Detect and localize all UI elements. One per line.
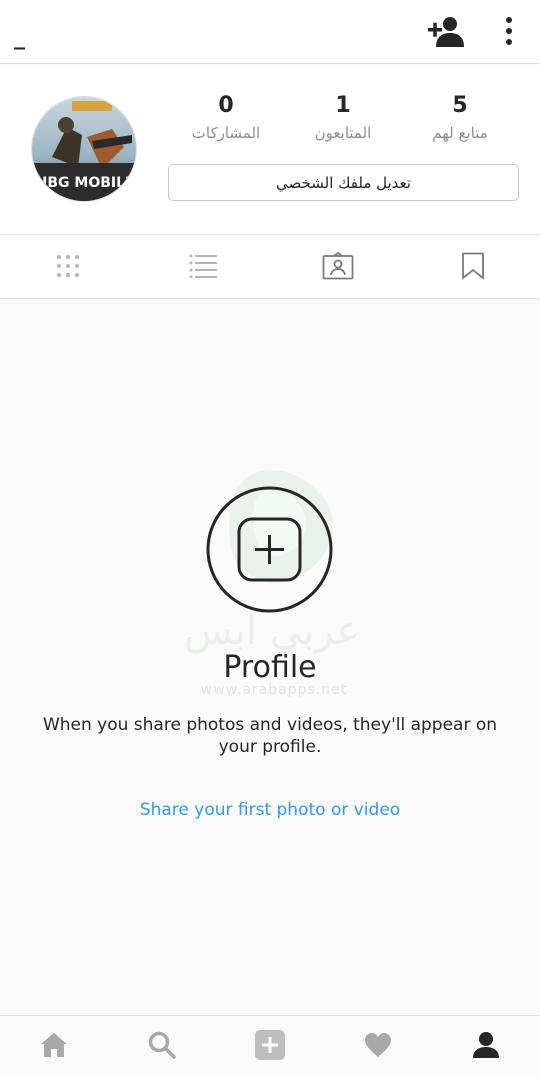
stat-posts[interactable]: 0 المشاركات xyxy=(161,91,291,145)
bookmark-icon xyxy=(461,252,485,284)
more-options-icon[interactable] xyxy=(496,14,522,50)
home-icon xyxy=(40,1032,68,1062)
tagged-photo-icon xyxy=(322,251,354,284)
add-person-icon[interactable] xyxy=(426,14,466,50)
tab-tagged[interactable] xyxy=(270,236,405,299)
edit-profile-button[interactable]: تعديل ملفك الشخصي xyxy=(168,164,519,201)
posts-count: 0 xyxy=(218,93,234,118)
nav-profile[interactable] xyxy=(432,1016,540,1077)
profile-icon xyxy=(472,1031,500,1063)
posts-label: المشاركات xyxy=(191,124,261,142)
nav-add-post[interactable] xyxy=(216,1016,324,1077)
empty-message: When you share photos and videos, they'l… xyxy=(42,715,498,757)
stat-following[interactable]: 5 متابع لهم xyxy=(395,91,525,145)
tab-grid[interactable] xyxy=(0,236,135,299)
add-photo-circle-icon[interactable] xyxy=(206,486,333,613)
empty-state: عربي ابس www.arabapps.net Profile When y… xyxy=(0,300,540,1015)
bottom-nav xyxy=(0,1015,540,1077)
tab-list[interactable] xyxy=(135,236,270,299)
following-count: 5 xyxy=(452,93,468,118)
add-post-icon xyxy=(255,1030,285,1064)
nav-search[interactable] xyxy=(108,1016,216,1077)
watermark-text: عربي ابس xyxy=(183,608,361,654)
avatar[interactable]: UBG MOBILE LI xyxy=(31,96,137,202)
top-bar: _ xyxy=(0,0,540,64)
empty-title: Profile xyxy=(223,650,317,685)
heart-icon xyxy=(364,1032,392,1062)
share-first-photo-link[interactable]: Share your first photo or video xyxy=(0,800,540,820)
followers-count: 1 xyxy=(335,93,351,118)
grid-icon xyxy=(56,254,80,282)
avatar-text: UBG MOBILE LI xyxy=(36,175,137,191)
search-icon xyxy=(148,1031,176,1063)
nav-home[interactable] xyxy=(0,1016,108,1077)
username: _ xyxy=(14,25,25,50)
followers-label: المتابعون xyxy=(314,124,372,142)
profile-tabs xyxy=(0,236,540,299)
profile-header: UBG MOBILE LI 0 المشاركات 1 المتابعون 5 … xyxy=(0,65,540,235)
tab-saved[interactable] xyxy=(405,236,540,299)
list-icon xyxy=(189,254,217,282)
following-label: متابع لهم xyxy=(432,124,488,142)
stat-followers[interactable]: 1 المتابعون xyxy=(278,91,408,145)
nav-activity[interactable] xyxy=(324,1016,432,1077)
